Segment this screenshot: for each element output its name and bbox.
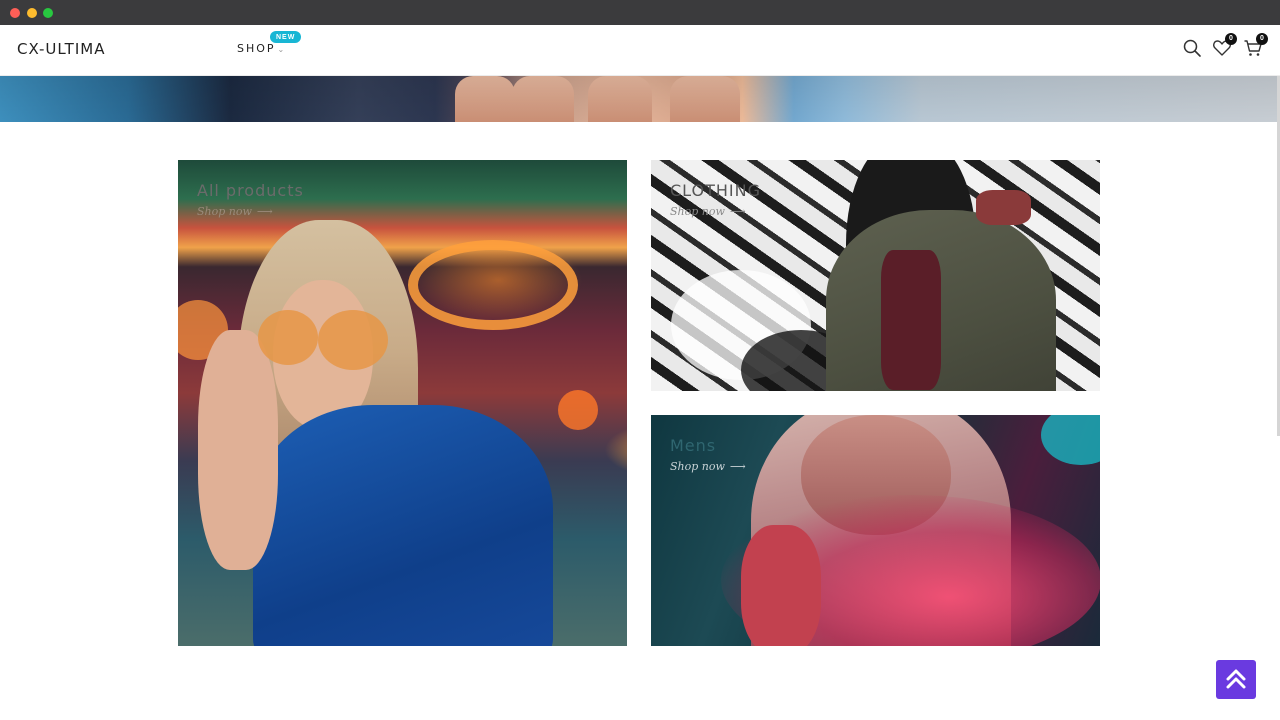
shop-now-link[interactable]: Shop now ⟶ xyxy=(670,460,746,473)
tile-title: Mens xyxy=(670,436,717,455)
category-tile-clothing[interactable]: CLOTHING Shop now ⟶ xyxy=(651,160,1100,391)
shop-now-label: Shop now xyxy=(670,460,725,473)
hero-banner-image xyxy=(0,76,1280,122)
shop-now-label: Shop now xyxy=(197,205,252,218)
chevron-down-icon: ⌄ xyxy=(277,45,287,54)
category-tile-mens[interactable]: Mens Shop now ⟶ xyxy=(651,415,1100,646)
shop-now-link[interactable]: Shop now ⟶ xyxy=(197,205,273,218)
site-header: CX-ULTIMA SHOP ⌄ NEW 0 0 xyxy=(0,25,1280,76)
search-button[interactable] xyxy=(1182,38,1202,58)
new-badge: NEW xyxy=(270,31,302,43)
double-chevron-up-icon xyxy=(1226,669,1246,689)
minimize-window-button[interactable] xyxy=(27,8,37,18)
shop-now-link[interactable]: Shop now ⟶ xyxy=(670,205,746,218)
tile-title: CLOTHING xyxy=(670,181,761,200)
arrow-right-icon: ⟶ xyxy=(729,460,746,473)
cart-button[interactable]: 0 xyxy=(1243,33,1268,58)
window-titlebar xyxy=(0,0,1280,25)
shop-now-label: Shop now xyxy=(670,205,725,218)
tile-title: All products xyxy=(197,181,304,200)
wishlist-button[interactable]: 0 xyxy=(1212,33,1237,58)
maximize-window-button[interactable] xyxy=(43,8,53,18)
search-icon xyxy=(1183,39,1201,57)
wishlist-count-badge: 0 xyxy=(1225,33,1237,45)
nav-shop-label: SHOP xyxy=(237,42,276,55)
category-tile-all-products[interactable]: All products Shop now ⟶ xyxy=(178,160,627,646)
site-logo[interactable]: CX-ULTIMA xyxy=(17,40,105,58)
cart-count-badge: 0 xyxy=(1256,33,1268,45)
back-to-top-button[interactable] xyxy=(1216,660,1256,699)
close-window-button[interactable] xyxy=(10,8,20,18)
arrow-right-icon: ⟶ xyxy=(729,205,746,218)
nav-shop-menu[interactable]: SHOP ⌄ xyxy=(237,42,286,55)
arrow-right-icon: ⟶ xyxy=(256,205,273,218)
